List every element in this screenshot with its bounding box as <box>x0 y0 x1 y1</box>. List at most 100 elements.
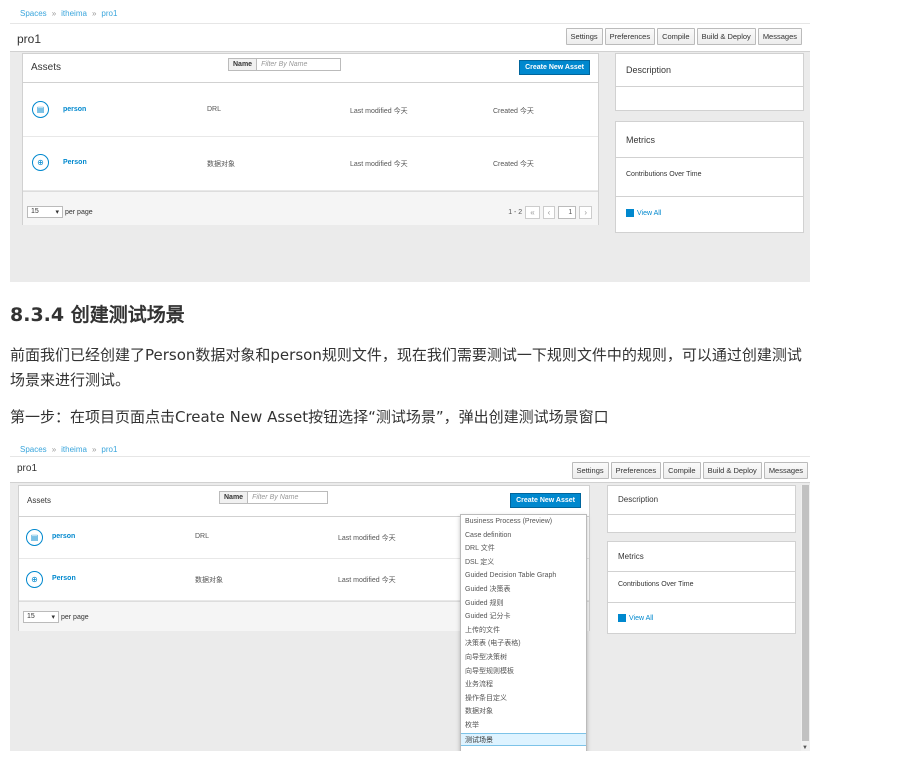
menu-item-work-item-definition[interactable]: 操作条目定义 <box>461 692 586 706</box>
breadcrumb-spaces[interactable]: Spaces <box>20 445 47 454</box>
metrics-title: Metrics <box>618 552 644 561</box>
menu-item-guided-rule-template[interactable]: 向导型规则模板 <box>461 665 586 679</box>
asset-last-modified: Last modified 今天 <box>338 577 396 584</box>
menu-item-guided-decision-tree[interactable]: 向导型决策树 <box>461 651 586 665</box>
divider <box>608 602 795 603</box>
screenshot-create-asset-menu: Spaces» itheima» pro1 pro1 Settings Prefer… <box>10 441 810 751</box>
menu-item-dsl-definition[interactable]: DSL 定义 <box>461 556 586 570</box>
create-new-asset-button[interactable]: Create New Asset <box>510 493 581 508</box>
menu-item-guided-scorecard[interactable]: Guided 记分卡 <box>461 610 586 624</box>
page-range: 1 - 2 <box>508 209 523 216</box>
assets-title: Assets <box>31 62 62 73</box>
menu-item-test-scenario[interactable]: 测试场景 <box>461 732 586 747</box>
assets-card: Assets Name Filter By Name Create New As… <box>22 53 599 225</box>
prev-page-button[interactable]: ‹ <box>542 206 556 219</box>
breadcrumb-pro1[interactable]: pro1 <box>101 9 117 18</box>
divider <box>616 86 803 87</box>
asset-last-modified: Last modified 今天 <box>338 535 396 542</box>
data-object-icon: ⊕ <box>26 571 43 588</box>
description-card: Description <box>615 53 804 111</box>
per-page-select[interactable]: 15 ▾ <box>27 206 63 218</box>
scroll-down-icon[interactable]: ▼ <box>802 745 808 751</box>
asset-created: Created 今天 <box>493 108 534 115</box>
name-filter-label: Name <box>228 58 258 71</box>
asset-type: 数据对象 <box>207 161 235 168</box>
asset-name-link[interactable]: Person <box>52 575 76 582</box>
messages-button[interactable]: Messages <box>757 28 802 45</box>
assets-header: Assets Name Filter By Name Create New As… <box>19 486 589 517</box>
asset-type: DRL <box>207 106 222 113</box>
rule-file-icon: ▤ <box>26 529 43 546</box>
menu-item-business-flow[interactable]: 业务流程 <box>461 678 586 692</box>
build-deploy-button[interactable]: Build & Deploy <box>696 28 756 45</box>
asset-name-link[interactable]: Person <box>63 159 87 166</box>
breadcrumb: Spaces» itheima» pro1 <box>20 9 118 18</box>
asset-name-link[interactable]: person <box>52 533 75 540</box>
rule-file-icon: ▤ <box>32 101 49 118</box>
preferences-button[interactable]: Preferences <box>610 462 662 479</box>
page-number-input[interactable]: 1 <box>558 206 577 219</box>
compile-button[interactable]: Compile <box>663 462 701 479</box>
compile-button[interactable]: Compile <box>657 28 695 45</box>
metrics-card: Metrics Contributions Over Time View All <box>607 541 796 634</box>
menu-item-guided-decision-table[interactable]: Guided 决策表 <box>461 583 586 597</box>
settings-button[interactable]: Settings <box>571 462 609 479</box>
per-page-label: per page <box>65 208 93 216</box>
build-deploy-button[interactable]: Build & Deploy <box>702 462 762 479</box>
first-page-button[interactable]: « <box>525 206 540 219</box>
view-all-link[interactable]: View All <box>626 209 661 217</box>
project-title-bar: pro1 Settings Preferences Compile Build … <box>10 24 810 52</box>
description-card: Description <box>607 485 796 533</box>
scrollbar-thumb[interactable] <box>802 485 809 741</box>
breadcrumb: Spaces» itheima» pro1 <box>20 445 118 454</box>
messages-button[interactable]: Messages <box>763 462 808 479</box>
contributions-label: Contributions Over Time <box>618 581 694 588</box>
asset-name-link[interactable]: person <box>63 106 86 113</box>
table-row[interactable]: ▤ person DRL Last modified 今天 Created 今天 <box>23 83 598 137</box>
filter-by-name-input[interactable]: Filter By Name <box>248 491 329 504</box>
menu-item-enumeration[interactable]: 枚举 <box>461 719 586 733</box>
menu-item-data-object[interactable]: 数据对象 <box>461 705 586 719</box>
project-toolbar: Settings Preferences Compile Build & Dep… <box>571 462 808 479</box>
page-navigation: 1 - 2 « ‹ 1 › <box>508 206 592 219</box>
menu-item-business-process[interactable]: Business Process (Preview) <box>461 515 586 529</box>
breadcrumb-itheima[interactable]: itheima <box>61 9 87 18</box>
breadcrumb-pro1[interactable]: pro1 <box>101 445 117 454</box>
name-filter-label: Name <box>219 491 249 504</box>
menu-item-uploaded-file[interactable]: 上传的文件 <box>461 624 586 638</box>
settings-button[interactable]: Settings <box>565 28 603 45</box>
preferences-button[interactable]: Preferences <box>604 28 656 45</box>
asset-last-modified: Last modified 今天 <box>350 108 408 115</box>
create-new-asset-button[interactable]: Create New Asset <box>519 60 590 75</box>
view-all-label: View All <box>629 614 654 622</box>
description-title: Description <box>618 495 659 504</box>
per-page-select[interactable]: 15 ▾ <box>23 611 59 623</box>
per-page-control: 15 ▾ per page <box>27 206 93 218</box>
external-link-icon <box>618 614 626 622</box>
paragraph-2: 第一步：在项目页面点击Create New Asset按钮选择“测试场景”，弹出… <box>10 408 609 426</box>
assets-title: Assets <box>27 496 52 505</box>
view-all-link[interactable]: View All <box>618 614 653 622</box>
metrics-card: Metrics Contributions Over Time View All <box>615 121 804 233</box>
menu-item-guided-decision-table-graph[interactable]: Guided Decision Table Graph <box>461 569 586 583</box>
menu-item-guided-rule[interactable]: Guided 规则 <box>461 597 586 611</box>
pagination-bar: 15 ▾ per page 1 - 2 « ‹ 1 › <box>23 191 598 225</box>
divider <box>608 571 795 572</box>
divider <box>616 157 803 158</box>
next-page-button[interactable]: › <box>579 206 592 219</box>
section-heading: 8.3.4 创建测试场景 <box>10 304 185 326</box>
menu-item-drl-file[interactable]: DRL 文件 <box>461 542 586 556</box>
contributions-label: Contributions Over Time <box>626 171 702 178</box>
breadcrumb-spaces[interactable]: Spaces <box>20 9 47 18</box>
breadcrumb-itheima[interactable]: itheima <box>61 445 87 454</box>
create-asset-dropdown-menu: Business Process (Preview) Case definiti… <box>460 514 587 751</box>
filter-by-name-input[interactable]: Filter By Name <box>257 58 342 71</box>
menu-item-case-definition[interactable]: Case definition <box>461 529 586 543</box>
name-filter: Name Filter By Name <box>228 58 342 71</box>
external-link-icon <box>626 209 634 217</box>
screenshot-project-page: Spaces» itheima» pro1 pro1 Settings Prefer… <box>10 0 810 282</box>
scrollbar[interactable]: ▼ <box>801 485 810 751</box>
table-row[interactable]: ⊕ Person 数据对象 Last modified 今天 Created 今… <box>23 137 598 191</box>
breadcrumb-bar: Spaces» itheima» pro1 <box>10 441 810 457</box>
menu-item-spreadsheet-decision-table[interactable]: 决策表 (电子表格) <box>461 637 586 651</box>
